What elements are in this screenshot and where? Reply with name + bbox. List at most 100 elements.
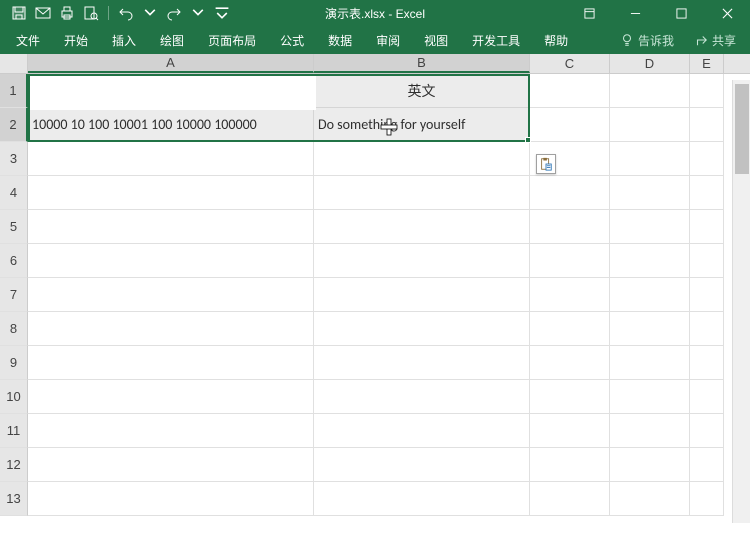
cell-E4[interactable]: [690, 176, 724, 210]
print-preview-icon[interactable]: [82, 4, 100, 22]
cell-C9[interactable]: [530, 346, 610, 380]
cell-A8[interactable]: [28, 312, 314, 346]
row-header-9[interactable]: 9: [0, 346, 28, 380]
cell-B3[interactable]: [314, 142, 530, 176]
cell-D6[interactable]: [610, 244, 690, 278]
cell-B8[interactable]: [314, 312, 530, 346]
cell-A2[interactable]: 10000 10 100 10001 100 10000 100000: [28, 108, 314, 142]
cell-B2[interactable]: Do something for yourself: [314, 108, 530, 142]
row-header-11[interactable]: 11: [0, 414, 28, 448]
cell-B5[interactable]: [314, 210, 530, 244]
vertical-scroll-thumb[interactable]: [735, 84, 749, 174]
qat-customize-icon[interactable]: [213, 4, 231, 22]
cell-C6[interactable]: [530, 244, 610, 278]
cell-C8[interactable]: [530, 312, 610, 346]
cell-B12[interactable]: [314, 448, 530, 482]
column-header-E[interactable]: E: [690, 54, 724, 73]
tab-home[interactable]: 开始: [52, 26, 100, 54]
cell-C11[interactable]: [530, 414, 610, 448]
column-header-A[interactable]: A: [28, 54, 314, 73]
cell-B9[interactable]: [314, 346, 530, 380]
tell-me-search[interactable]: 告诉我: [610, 26, 684, 54]
tab-help[interactable]: 帮助: [532, 26, 580, 54]
cell-E7[interactable]: [690, 278, 724, 312]
tab-view[interactable]: 视图: [412, 26, 460, 54]
cell-D1[interactable]: [610, 74, 690, 108]
vertical-scrollbar[interactable]: [732, 80, 750, 523]
row-header-1[interactable]: 1: [0, 74, 28, 108]
cell-B6[interactable]: [314, 244, 530, 278]
cell-A11[interactable]: [28, 414, 314, 448]
close-button[interactable]: [704, 0, 750, 26]
cell-C10[interactable]: [530, 380, 610, 414]
cell-E10[interactable]: [690, 380, 724, 414]
cell-E3[interactable]: [690, 142, 724, 176]
paste-options-button[interactable]: [536, 154, 556, 174]
ribbon-display-options-button[interactable]: [566, 0, 612, 26]
tab-file[interactable]: 文件: [4, 26, 52, 54]
cell-B7[interactable]: [314, 278, 530, 312]
cell-A6[interactable]: [28, 244, 314, 278]
cell-E2[interactable]: [690, 108, 724, 142]
cell-E6[interactable]: [690, 244, 724, 278]
redo-icon[interactable]: [165, 4, 183, 22]
tab-page-layout[interactable]: 页面布局: [196, 26, 268, 54]
cell-C7[interactable]: [530, 278, 610, 312]
cell-A5[interactable]: [28, 210, 314, 244]
cell-E5[interactable]: [690, 210, 724, 244]
cell-E9[interactable]: [690, 346, 724, 380]
row-header-8[interactable]: 8: [0, 312, 28, 346]
row-header-10[interactable]: 10: [0, 380, 28, 414]
undo-icon[interactable]: [117, 4, 135, 22]
cell-A10[interactable]: [28, 380, 314, 414]
cell-A9[interactable]: [28, 346, 314, 380]
cell-D3[interactable]: [610, 142, 690, 176]
tab-data[interactable]: 数据: [316, 26, 364, 54]
cell-E11[interactable]: [690, 414, 724, 448]
column-header-B[interactable]: B: [314, 54, 530, 73]
share-button[interactable]: 共享: [684, 26, 746, 54]
column-header-D[interactable]: D: [610, 54, 690, 73]
cell-C5[interactable]: [530, 210, 610, 244]
save-icon[interactable]: [10, 4, 28, 22]
cell-C13[interactable]: [530, 482, 610, 516]
cell-A13[interactable]: [28, 482, 314, 516]
cell-A12[interactable]: [28, 448, 314, 482]
cell-D8[interactable]: [610, 312, 690, 346]
cell-C12[interactable]: [530, 448, 610, 482]
cell-B11[interactable]: [314, 414, 530, 448]
row-header-7[interactable]: 7: [0, 278, 28, 312]
row-header-4[interactable]: 4: [0, 176, 28, 210]
cell-D5[interactable]: [610, 210, 690, 244]
row-header-13[interactable]: 13: [0, 482, 28, 516]
tab-review[interactable]: 审阅: [364, 26, 412, 54]
cell-C1[interactable]: [530, 74, 610, 108]
quick-print-icon[interactable]: [58, 4, 76, 22]
cell-B1[interactable]: 英文: [314, 74, 530, 108]
redo-dropdown-icon[interactable]: [189, 4, 207, 22]
row-header-2[interactable]: 2: [0, 108, 28, 142]
row-header-5[interactable]: 5: [0, 210, 28, 244]
cell-E13[interactable]: [690, 482, 724, 516]
undo-dropdown-icon[interactable]: [141, 4, 159, 22]
cell-D10[interactable]: [610, 380, 690, 414]
cell-B4[interactable]: [314, 176, 530, 210]
tab-formulas[interactable]: 公式: [268, 26, 316, 54]
cell-D4[interactable]: [610, 176, 690, 210]
tab-insert[interactable]: 插入: [100, 26, 148, 54]
minimize-button[interactable]: [612, 0, 658, 26]
cell-D2[interactable]: [610, 108, 690, 142]
cell-B13[interactable]: [314, 482, 530, 516]
row-header-6[interactable]: 6: [0, 244, 28, 278]
row-header-3[interactable]: 3: [0, 142, 28, 176]
cell-C2[interactable]: [530, 108, 610, 142]
cell-E8[interactable]: [690, 312, 724, 346]
cell-D11[interactable]: [610, 414, 690, 448]
cell-A7[interactable]: [28, 278, 314, 312]
maximize-button[interactable]: [658, 0, 704, 26]
select-all-corner[interactable]: [0, 54, 28, 73]
tab-draw[interactable]: 绘图: [148, 26, 196, 54]
cell-D12[interactable]: [610, 448, 690, 482]
row-header-12[interactable]: 12: [0, 448, 28, 482]
cell-A1[interactable]: 数字: [28, 74, 314, 108]
